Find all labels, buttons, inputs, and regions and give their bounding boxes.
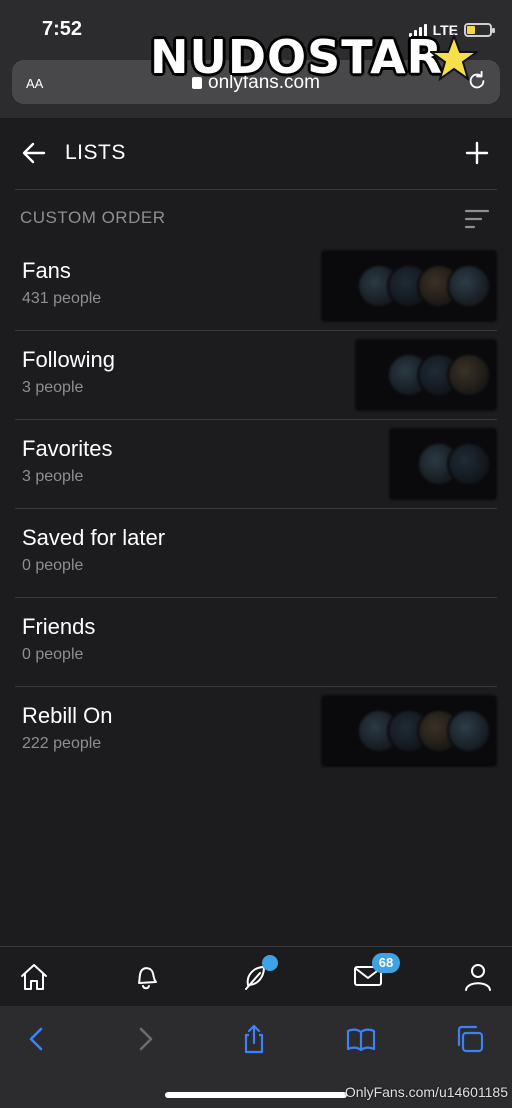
avatar [447, 442, 491, 486]
list-item-count: 0 people [22, 646, 84, 663]
avatar [447, 709, 491, 753]
list-item[interactable]: Following 3 people [15, 331, 497, 420]
home-tab[interactable] [18, 961, 50, 993]
tabs-button[interactable] [455, 1024, 485, 1054]
lists-container: Fans 431 people Following 3 people Favorites… [15, 242, 497, 776]
new-post-indicator [262, 955, 278, 971]
sort-icon[interactable] [464, 208, 490, 230]
sort-order-label: CUSTOM ORDER [20, 208, 166, 227]
list-item[interactable]: Friends 0 people [15, 598, 497, 687]
list-item[interactable]: Saved for later 0 people [15, 509, 497, 598]
status-time: 7:52 [42, 18, 83, 40]
list-item[interactable]: Rebill On 222 people [15, 687, 497, 776]
share-button[interactable] [239, 1024, 269, 1054]
list-item-name: Friends [22, 614, 96, 639]
list-avatars [389, 428, 497, 500]
bookmarks-button[interactable] [346, 1024, 376, 1054]
profile-tab[interactable] [462, 961, 494, 993]
home-indicator [165, 1092, 347, 1098]
list-item-count: 222 people [22, 735, 102, 752]
list-item-count: 431 people [22, 290, 102, 307]
messages-tab[interactable]: 68 [352, 953, 400, 993]
list-avatars [321, 250, 497, 322]
list-item-name: Saved for later [22, 525, 166, 550]
new-post-tab[interactable] [240, 955, 278, 993]
list-avatars [355, 339, 497, 411]
list-item-count: 3 people [22, 468, 84, 485]
avatar [447, 264, 491, 308]
list-item-name: Following [22, 347, 115, 372]
chevron-left-icon [29, 1027, 43, 1051]
star-icon [430, 34, 478, 82]
list-avatars [321, 695, 497, 767]
bell-icon [138, 967, 157, 990]
list-item-name: Rebill On [22, 703, 113, 728]
credit-text: OnlyFans.com/u14601185 [344, 1084, 508, 1100]
tabs-icon [457, 1025, 484, 1053]
browser-forward-button[interactable] [130, 1024, 160, 1054]
bottom-tab-bar: 68 [0, 946, 512, 1006]
avatar [447, 353, 491, 397]
add-list-icon[interactable] [465, 141, 489, 165]
page-title: LISTS [65, 141, 126, 164]
list-item-count: 0 people [22, 557, 84, 574]
chevron-right-icon [139, 1027, 153, 1051]
book-icon [346, 1028, 376, 1052]
list-item[interactable]: Fans 431 people [15, 242, 497, 331]
list-item-name: Favorites [22, 436, 113, 461]
profile-icon [465, 964, 491, 991]
list-item[interactable]: Favorites 3 people [15, 420, 497, 509]
home-icon [21, 964, 47, 990]
watermark-text: NUDOSTAR [150, 30, 444, 84]
page-header: LISTS [15, 118, 497, 190]
list-item-count: 3 people [22, 379, 84, 396]
messages-badge: 68 [372, 953, 400, 973]
back-arrow-icon[interactable] [21, 140, 47, 166]
notifications-tab[interactable] [130, 961, 162, 993]
sort-order-row: CUSTOM ORDER [20, 196, 492, 242]
share-icon [244, 1024, 264, 1054]
list-item-name: Fans [22, 258, 71, 283]
browser-back-button[interactable] [22, 1024, 52, 1054]
